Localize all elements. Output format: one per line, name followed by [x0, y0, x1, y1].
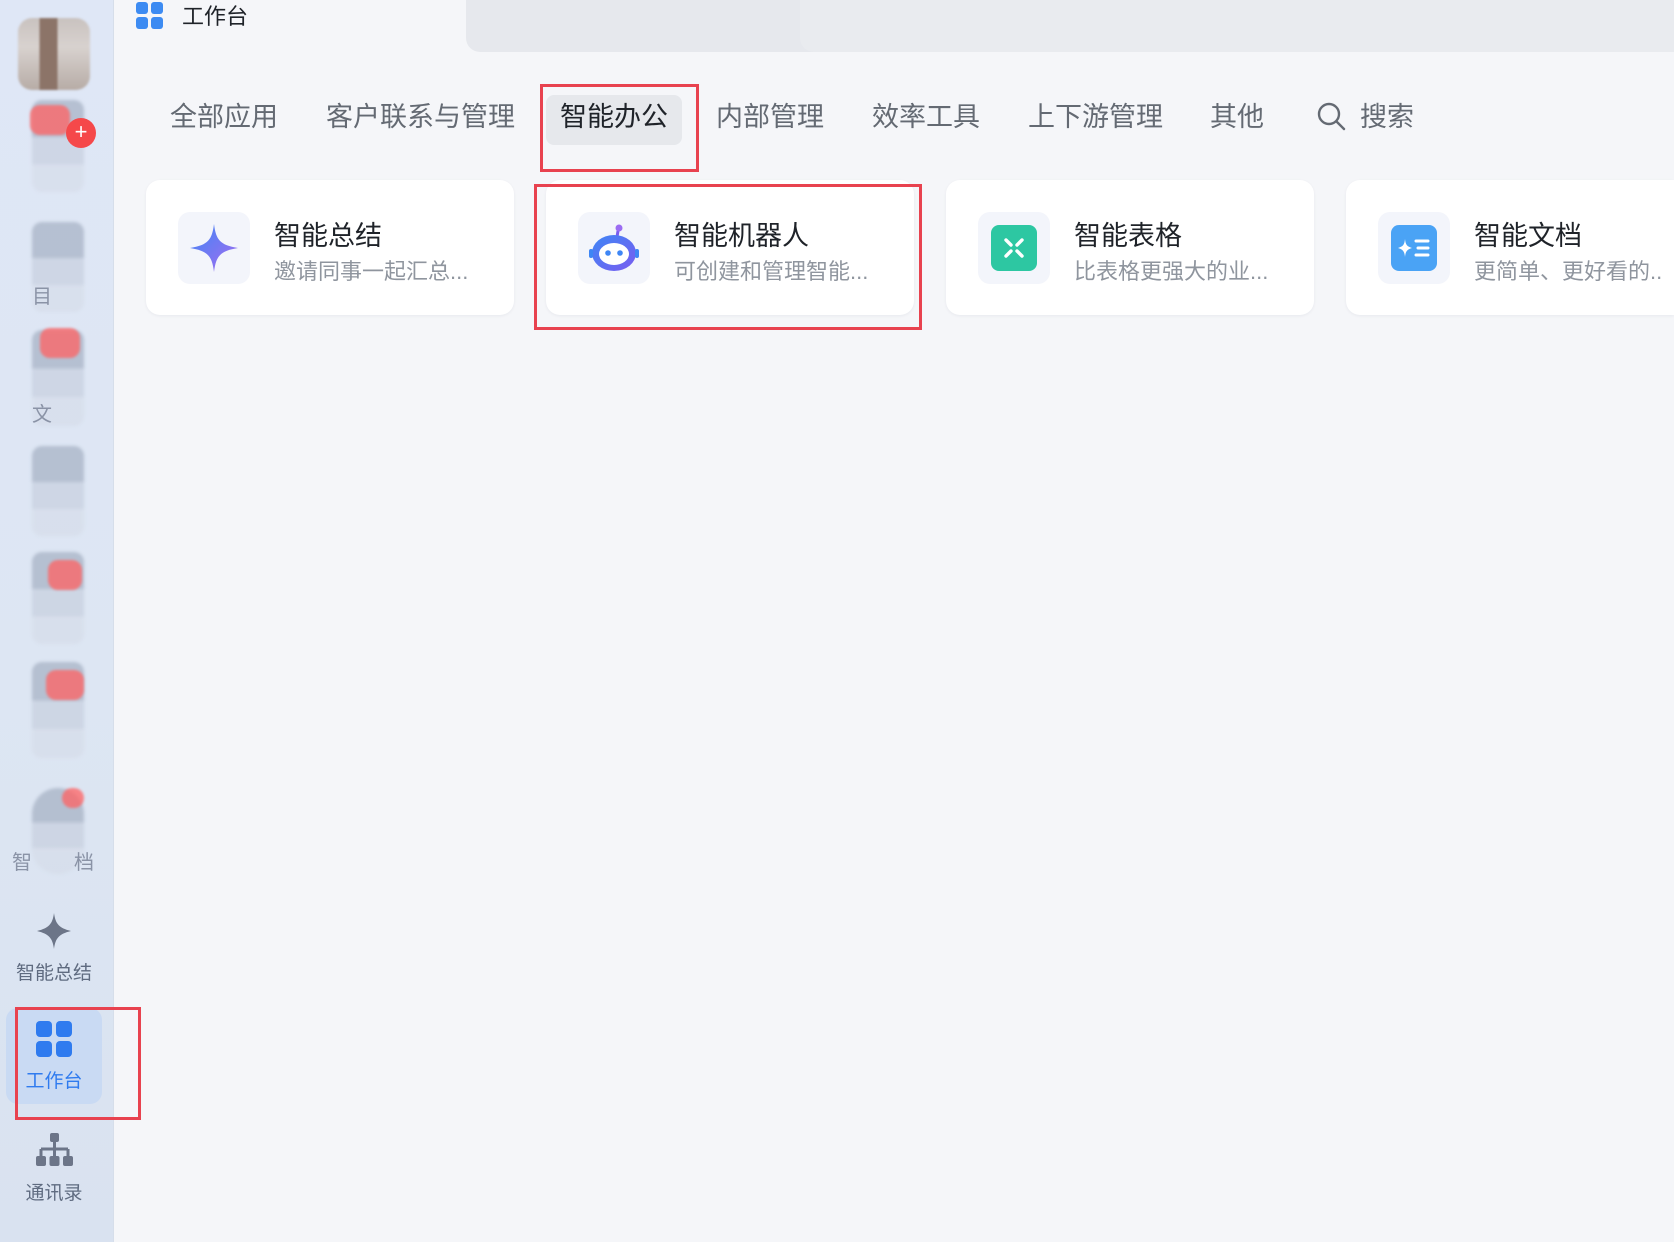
- search-button[interactable]: 搜索: [1316, 95, 1414, 139]
- blurred-badge: [46, 670, 84, 700]
- app-icon-box: [978, 212, 1050, 284]
- search-label: 搜索: [1360, 102, 1414, 132]
- tab-supply-chain[interactable]: 上下游管理: [1028, 95, 1163, 145]
- app-title: 智能表格: [1074, 221, 1182, 251]
- org-chart-icon: [36, 1133, 73, 1166]
- top-bar-tab: [800, 0, 1674, 52]
- app-description: 可创建和管理智能...: [674, 259, 869, 284]
- blurred-label-4: 档: [74, 852, 94, 874]
- blurred-badge: [62, 788, 84, 808]
- tab-other[interactable]: 其他: [1210, 95, 1264, 145]
- sidebar-item-label: 通讯录: [25, 1183, 83, 1204]
- user-avatar[interactable]: [18, 18, 90, 90]
- app-title: 智能机器人: [674, 221, 809, 251]
- sparkle-icon: [37, 913, 71, 949]
- app-card-smart-doc[interactable]: 智能文档 更简单、更好看的...: [1346, 180, 1674, 315]
- blurred-badge: [30, 105, 70, 135]
- smart-doc-icon: [1391, 225, 1437, 271]
- tab-internal-management[interactable]: 内部管理: [716, 95, 824, 145]
- app-icon-box: [178, 212, 250, 284]
- tab-customer-contact[interactable]: 客户联系与管理: [326, 95, 515, 145]
- sidebar-item-label: 智能总结: [15, 963, 92, 984]
- app-description: 更简单、更好看的...: [1474, 259, 1664, 284]
- robot-icon: [589, 224, 639, 271]
- app-title: 智能文档: [1474, 221, 1582, 251]
- new-badge: +: [66, 118, 96, 148]
- tab-smart-office[interactable]: 智能办公: [546, 95, 682, 145]
- blurred-badge: [40, 328, 80, 358]
- blurred-nav-item-4[interactable]: [32, 446, 84, 536]
- app-card-smart-sheet[interactable]: 智能表格 比表格更强大的业...: [946, 180, 1314, 315]
- blurred-label-1: 目: [32, 286, 52, 308]
- page-title: 工作台: [182, 4, 249, 29]
- app-card-smart-robot[interactable]: 智能机器人 可创建和管理智能...: [546, 180, 914, 315]
- blurred-badge: [48, 560, 82, 590]
- app-description: 邀请同事一起汇总...: [274, 259, 469, 284]
- left-sidebar: + 目 文 智 档 智能总结 工作台 通讯录: [0, 0, 114, 1242]
- app-title: 智能总结: [274, 221, 382, 251]
- blurred-label-2: 文: [32, 404, 52, 426]
- smart-sheet-icon: [991, 225, 1037, 271]
- sidebar-item-contacts[interactable]: 通讯录: [6, 1120, 102, 1216]
- grid-apps-icon: [36, 1021, 72, 1057]
- tab-efficiency-tools[interactable]: 效率工具: [872, 95, 980, 145]
- app-icon-box: [578, 212, 650, 284]
- app-icon-box: [1378, 212, 1450, 284]
- sidebar-item-smart-summary[interactable]: 智能总结: [6, 900, 102, 996]
- sidebar-item-label: 工作台: [25, 1071, 83, 1092]
- grid-apps-icon: [136, 2, 163, 29]
- app-card-smart-summary[interactable]: 智能总结 邀请同事一起汇总...: [146, 180, 514, 315]
- sidebar-item-workbench[interactable]: 工作台: [6, 1008, 102, 1104]
- tab-all-apps[interactable]: 全部应用: [170, 95, 278, 145]
- search-icon: [1317, 102, 1346, 131]
- sparkle-icon: [190, 224, 238, 272]
- blurred-label-3: 智: [12, 852, 32, 874]
- app-description: 比表格更强大的业...: [1074, 259, 1269, 284]
